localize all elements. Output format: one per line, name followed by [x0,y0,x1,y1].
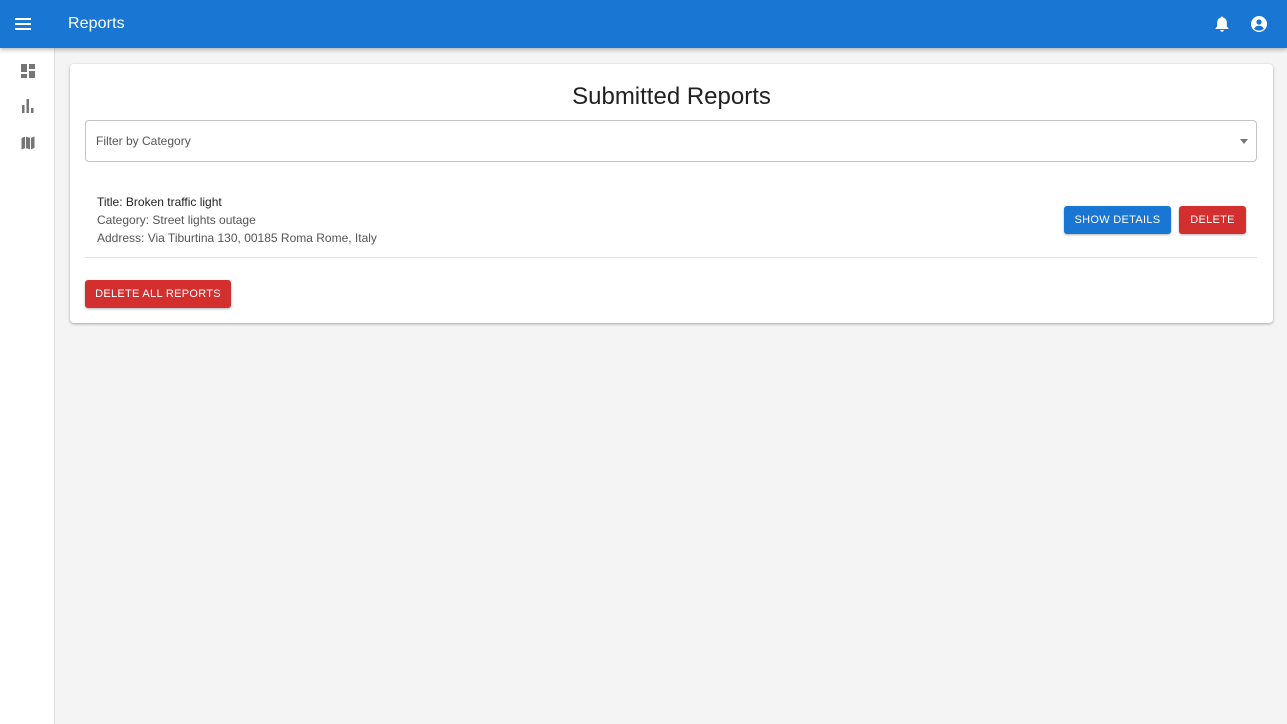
app-bar: Reports [0,0,1287,48]
delete-all-reports-button[interactable]: DELETE ALL REPORTS [85,280,231,308]
bell-icon[interactable] [1210,12,1234,36]
sidebar-item-map[interactable] [0,132,55,158]
delete-report-button[interactable]: DELETE [1179,206,1246,234]
bar-chart-icon [21,98,34,118]
filter-label: Filter by Category [96,134,191,148]
report-category: Category: Street lights outage [97,213,256,227]
report-address: Address: Via Tiburtina 130, 00185 Roma R… [97,231,377,245]
account-circle-icon[interactable] [1247,12,1271,36]
reports-card: Submitted Reports Filter by Category Tit… [70,64,1273,323]
menu-icon[interactable] [9,10,37,38]
report-title: Title: Broken traffic light [97,195,222,209]
app-title: Reports [68,15,125,32]
chevron-down-icon [1240,139,1248,144]
category-filter-select[interactable]: Filter by Category [85,120,1257,162]
report-list-item: Title: Broken traffic light Category: St… [85,190,1257,258]
page-title: Submitted Reports [572,83,771,110]
sidebar [0,48,55,724]
show-details-button[interactable]: SHOW DETAILS [1064,206,1171,234]
sidebar-item-statistics[interactable] [0,95,55,121]
sidebar-item-dashboard[interactable] [0,60,55,86]
dashboard-icon [20,63,35,83]
map-icon [21,136,35,155]
